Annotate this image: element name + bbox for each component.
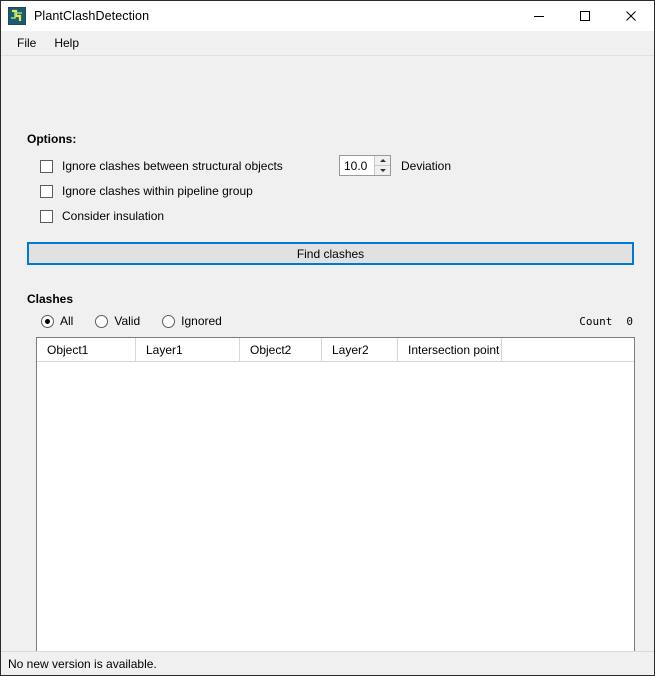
window-title: PlantClashDetection xyxy=(34,9,150,23)
clashes-table-header: Object1 Layer1 Object2 Layer2 Intersecti… xyxy=(37,338,634,362)
column-header-layer2[interactable]: Layer2 xyxy=(322,338,398,361)
deviation-decrement-button[interactable] xyxy=(375,166,390,175)
column-header-object1[interactable]: Object1 xyxy=(37,338,136,361)
column-header-layer1[interactable]: Layer1 xyxy=(136,338,240,361)
deviation-stepper[interactable]: 10.0 xyxy=(339,155,391,176)
spinner-up-icon xyxy=(379,159,386,162)
checkbox-label-ignore-pipeline-group: Ignore clashes within pipeline group xyxy=(62,184,253,198)
clash-filter-radio-group: All Valid Ignored xyxy=(41,314,244,328)
clashes-table[interactable]: Object1 Layer1 Object2 Layer2 Intersecti… xyxy=(36,337,635,651)
clashes-table-body[interactable] xyxy=(37,362,634,651)
menu-item-help[interactable]: Help xyxy=(45,33,88,53)
checkbox-ignore-structural[interactable] xyxy=(40,159,53,173)
window-controls xyxy=(516,1,654,31)
checkbox-row-ignore-structural[interactable]: Ignore clashes between structural object… xyxy=(40,159,283,173)
radio-label-valid: Valid xyxy=(114,314,141,328)
radio-label-ignored: Ignored xyxy=(181,314,222,328)
radio-label-all: All xyxy=(60,314,74,328)
radio-item-all[interactable]: All xyxy=(41,314,73,328)
menu-item-file[interactable]: File xyxy=(8,33,45,53)
radio-item-ignored[interactable]: Ignored xyxy=(162,314,222,328)
maximize-button[interactable] xyxy=(562,1,608,31)
deviation-increment-button[interactable] xyxy=(375,156,390,166)
status-bar: No new version is available. xyxy=(1,651,654,675)
checkbox-ignore-pipeline-group[interactable] xyxy=(40,184,53,198)
minimize-button[interactable] xyxy=(516,1,562,31)
checkbox-row-ignore-pipeline-group[interactable]: Ignore clashes within pipeline group xyxy=(40,184,253,198)
checkbox-consider-insulation[interactable] xyxy=(40,209,53,223)
column-header-object2[interactable]: Object2 xyxy=(240,338,322,361)
title-bar: PlantClashDetection xyxy=(1,1,654,31)
clash-count: Count 0 xyxy=(579,315,633,328)
deviation-field-group: 10.0 Deviation xyxy=(339,155,451,176)
checkbox-label-consider-insulation: Consider insulation xyxy=(62,209,165,223)
clashes-title: Clashes xyxy=(27,292,74,306)
checkbox-row-consider-insulation[interactable]: Consider insulation xyxy=(40,209,164,223)
pipe-clash-icon xyxy=(8,7,26,25)
status-message: No new version is available. xyxy=(8,656,157,671)
spinner-down-icon xyxy=(379,169,386,172)
close-button[interactable] xyxy=(608,1,654,31)
checkbox-label-ignore-structural: Ignore clashes between structural object… xyxy=(62,159,283,173)
column-header-intersection-point[interactable]: Intersection point xyxy=(398,338,502,361)
radio-valid[interactable] xyxy=(95,314,109,328)
clash-count-value: 0 xyxy=(626,315,633,328)
menu-bar: File Help xyxy=(1,31,654,56)
radio-all[interactable] xyxy=(41,314,54,328)
radio-ignored[interactable] xyxy=(162,314,176,328)
app-window: PlantClashDetection File Help Options: I… xyxy=(0,0,655,676)
deviation-stepper-buttons xyxy=(374,156,390,175)
deviation-input[interactable]: 10.0 xyxy=(340,156,374,175)
clash-count-label: Count xyxy=(579,315,613,328)
options-title: Options: xyxy=(27,132,77,146)
minimize-icon xyxy=(534,16,544,17)
close-icon xyxy=(626,11,636,21)
find-clashes-button[interactable]: Find clashes xyxy=(27,242,634,265)
maximize-icon xyxy=(580,11,590,21)
deviation-label: Deviation xyxy=(401,158,452,173)
client-area: Options: Ignore clashes between structur… xyxy=(1,56,654,651)
radio-item-valid[interactable]: Valid xyxy=(95,314,140,328)
